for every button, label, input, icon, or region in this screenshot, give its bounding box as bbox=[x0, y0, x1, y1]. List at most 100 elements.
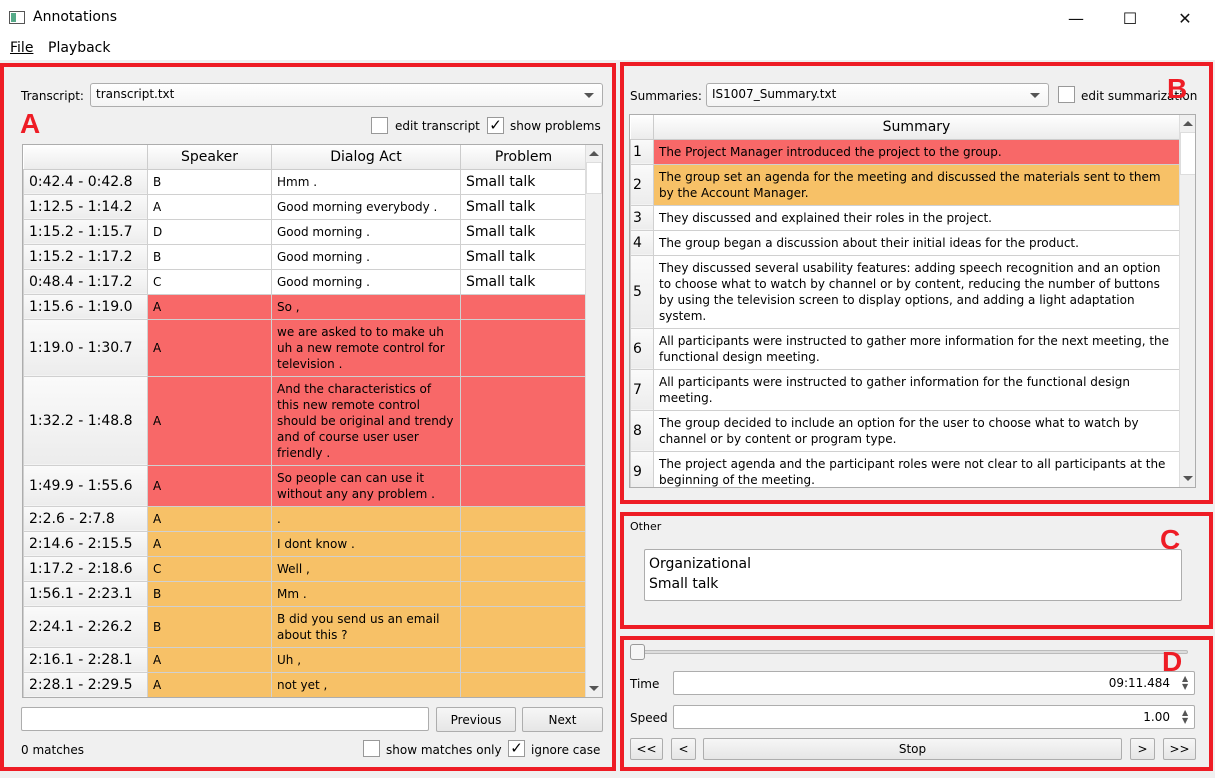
speaker-cell[interactable]: A bbox=[147, 646, 272, 673]
dialog-act-cell[interactable]: I dont know . bbox=[271, 530, 461, 557]
dialog-act-cell[interactable]: Yeah , bbox=[271, 696, 461, 697]
problem-cell[interactable] bbox=[460, 464, 587, 507]
transcript-file-select[interactable]: transcript.txt bbox=[90, 83, 603, 107]
problem-cell[interactable] bbox=[460, 605, 587, 648]
summary-cell[interactable]: They discussed and explained their roles… bbox=[653, 204, 1180, 231]
column-header-summary[interactable]: Summary bbox=[653, 115, 1180, 140]
dialog-act-cell[interactable]: Hmm . bbox=[271, 168, 461, 195]
table-row[interactable]: 1:32.2 - 1:48.8 A And the characteristics … bbox=[23, 375, 587, 466]
summary-row[interactable]: 8 The group decided to include an option … bbox=[630, 409, 1180, 452]
spin-arrows-icon[interactable]: ▲ ▼ bbox=[1182, 675, 1188, 691]
table-row[interactable]: 1:56.1 - 2:23.1 B Mm . bbox=[23, 580, 587, 607]
summary-cell[interactable]: The project agenda and the participant r… bbox=[653, 450, 1180, 487]
table-row[interactable]: 0:42.4 - 0:42.8 B Hmm . Small talk bbox=[23, 168, 587, 195]
summary-row[interactable]: 6 All participants were instructed to gat… bbox=[630, 327, 1180, 370]
problem-cell[interactable] bbox=[460, 555, 587, 582]
time-cell[interactable]: 2:26.7 - 2:29.9 bbox=[23, 696, 148, 697]
table-row[interactable]: 1:15.6 - 1:19.0 A So , bbox=[23, 293, 587, 320]
menu-playback[interactable]: Playback bbox=[48, 40, 110, 56]
time-cell[interactable]: 1:15.6 - 1:19.0 bbox=[23, 293, 148, 320]
next-button[interactable]: Next bbox=[522, 707, 603, 732]
time-cell[interactable]: 1:56.1 - 2:23.1 bbox=[23, 580, 148, 607]
speaker-cell[interactable]: A bbox=[147, 193, 272, 220]
table-row[interactable]: 1:15.2 - 1:15.7 D Good morning . Small talk bbox=[23, 218, 587, 245]
summary-row[interactable]: 9 The project agenda and the participant … bbox=[630, 450, 1180, 487]
table-row[interactable]: 0:48.4 - 1:17.2 C Good morning . Small talk bbox=[23, 268, 587, 295]
time-cell[interactable]: 2:24.1 - 2:26.2 bbox=[23, 605, 148, 648]
problem-cell[interactable] bbox=[460, 505, 587, 532]
dialog-act-cell[interactable]: Good morning . bbox=[271, 268, 461, 295]
summary-row[interactable]: 4 The group began a discussion about thei… bbox=[630, 229, 1180, 256]
time-cell[interactable]: 1:17.2 - 2:18.6 bbox=[23, 555, 148, 582]
problem-cell[interactable]: Small talk bbox=[460, 218, 587, 245]
problem-cell[interactable]: Small talk bbox=[460, 193, 587, 220]
speaker-cell[interactable]: C bbox=[147, 268, 272, 295]
table-row[interactable]: 2:14.6 - 2:15.5 A I dont know . bbox=[23, 530, 587, 557]
speaker-cell[interactable]: D bbox=[147, 218, 272, 245]
other-list[interactable]: Organizational Small talk bbox=[644, 549, 1182, 601]
summary-cell[interactable]: The Project Manager introduced the proje… bbox=[653, 138, 1180, 165]
minimize-button[interactable]: — bbox=[1053, 0, 1099, 36]
speaker-cell[interactable]: B bbox=[147, 580, 272, 607]
table-row[interactable]: 1:19.0 - 1:30.7 Awe are asked to to make … bbox=[23, 318, 587, 377]
time-spinbox[interactable]: 09:11.484 bbox=[673, 671, 1195, 695]
problem-cell[interactable] bbox=[460, 530, 587, 557]
scroll-up-icon[interactable] bbox=[589, 151, 599, 156]
step-forward-button[interactable]: > bbox=[1130, 738, 1155, 760]
table-row[interactable]: 1:15.2 - 1:17.2 B Good morning . Small talk bbox=[23, 243, 587, 270]
time-cell[interactable]: 2:28.1 - 2:29.5 bbox=[23, 671, 148, 697]
time-cell[interactable]: 1:15.2 - 1:15.7 bbox=[23, 218, 148, 245]
speaker-cell[interactable]: B bbox=[147, 243, 272, 270]
scrollbar-thumb[interactable] bbox=[586, 162, 602, 194]
table-row[interactable]: 2:26.7 - 2:29.9BYeah , bbox=[23, 696, 587, 697]
edit-summarization-checkbox[interactable] bbox=[1058, 86, 1075, 103]
summary-cell[interactable]: All participants were instructed to gath… bbox=[653, 327, 1180, 370]
time-cell[interactable]: 1:15.2 - 1:17.2 bbox=[23, 243, 148, 270]
other-item[interactable]: Organizational bbox=[649, 554, 1177, 574]
summary-row[interactable]: 1 The Project Manager introduced the proj… bbox=[630, 138, 1180, 165]
speaker-cell[interactable]: B bbox=[147, 696, 272, 697]
dialog-act-cell[interactable]: we are asked to to make uh uh a new remo… bbox=[271, 318, 461, 377]
problem-cell[interactable] bbox=[460, 671, 587, 697]
speaker-cell[interactable]: A bbox=[147, 318, 272, 377]
table-row[interactable]: 2:16.1 - 2:28.1 A Uh , bbox=[23, 646, 587, 673]
table-row[interactable]: 1:49.9 - 1:55.6 A So people can can use it… bbox=[23, 464, 587, 507]
summary-cell[interactable]: All participants were instructed to gath… bbox=[653, 368, 1180, 411]
summary-cell[interactable]: The group began a discussion about their… bbox=[653, 229, 1180, 256]
summary-row[interactable]: 2 The group set an agenda for the meeting… bbox=[630, 163, 1180, 206]
table-row[interactable]: 1:17.2 - 2:18.6 C Well , bbox=[23, 555, 587, 582]
speaker-cell[interactable]: B bbox=[147, 168, 272, 195]
problem-cell[interactable] bbox=[460, 646, 587, 673]
problem-cell[interactable] bbox=[460, 293, 587, 320]
dialog-act-cell[interactable]: Uh , bbox=[271, 646, 461, 673]
speed-spinbox[interactable]: 1.00 bbox=[673, 705, 1195, 729]
dialog-act-cell[interactable]: . bbox=[271, 505, 461, 532]
summary-scrollbar[interactable] bbox=[1179, 115, 1195, 487]
show-matches-only-checkbox[interactable] bbox=[363, 740, 380, 757]
speaker-cell[interactable]: A bbox=[147, 505, 272, 532]
show-problems-checkbox[interactable]: ✓ bbox=[487, 117, 504, 134]
time-cell[interactable]: 0:42.4 - 0:42.8 bbox=[23, 168, 148, 195]
step-back-button[interactable]: < bbox=[671, 738, 696, 760]
problem-cell[interactable] bbox=[460, 318, 587, 377]
problem-cell[interactable] bbox=[460, 696, 587, 697]
time-cell[interactable]: 1:32.2 - 1:48.8 bbox=[23, 375, 148, 466]
scroll-up-icon[interactable] bbox=[1183, 121, 1193, 126]
search-input[interactable] bbox=[21, 707, 429, 731]
ignore-case-checkbox[interactable]: ✓ bbox=[508, 740, 525, 757]
dialog-act-cell[interactable]: So people can can use it without any any… bbox=[271, 464, 461, 507]
slider-handle[interactable] bbox=[630, 644, 645, 660]
speaker-cell[interactable]: A bbox=[147, 375, 272, 466]
summary-cell[interactable]: The group decided to include an option f… bbox=[653, 409, 1180, 452]
rewind-button[interactable]: << bbox=[630, 738, 663, 760]
summary-row[interactable]: 7 All participants were instructed to gat… bbox=[630, 368, 1180, 411]
time-cell[interactable]: 1:12.5 - 1:14.2 bbox=[23, 193, 148, 220]
fast-forward-button[interactable]: >> bbox=[1163, 738, 1196, 760]
speaker-cell[interactable]: B bbox=[147, 605, 272, 648]
column-header-time[interactable] bbox=[23, 145, 148, 170]
table-row[interactable]: 2:24.1 - 2:26.2 B B did you send us an ema… bbox=[23, 605, 587, 648]
other-item[interactable]: Small talk bbox=[649, 574, 1177, 594]
problem-cell[interactable]: Small talk bbox=[460, 243, 587, 270]
playback-slider[interactable] bbox=[636, 650, 1188, 654]
time-cell[interactable]: 2:16.1 - 2:28.1 bbox=[23, 646, 148, 673]
